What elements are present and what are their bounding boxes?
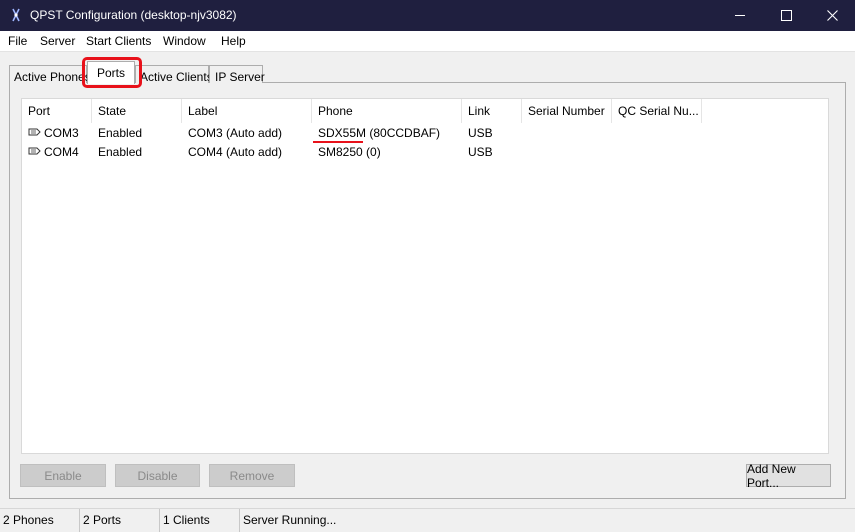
status-ports: 2 Ports bbox=[80, 509, 160, 532]
tab-ip-server[interactable]: IP Server bbox=[209, 65, 265, 84]
cell-phone: SDX55M (80CCDBAF) bbox=[318, 126, 441, 140]
highlight-annotation bbox=[82, 57, 142, 88]
remove-button[interactable]: Remove bbox=[209, 464, 295, 487]
tab-active-phones[interactable]: Active Phones bbox=[9, 65, 91, 84]
menu-bar: File Server Start Clients Window Help bbox=[0, 31, 855, 52]
column-header-serial-number[interactable]: Serial Number bbox=[522, 99, 612, 123]
menu-start-clients[interactable]: Start Clients bbox=[86, 34, 151, 48]
status-server: Server Running... bbox=[243, 513, 337, 527]
column-header-state[interactable]: State bbox=[92, 99, 182, 123]
cell-phone: SM8250 (0) bbox=[318, 145, 381, 159]
window-title: QPST Configuration (desktop-njv3082) bbox=[30, 8, 237, 22]
column-header-port[interactable]: Port bbox=[22, 99, 92, 123]
column-header-label[interactable]: Label bbox=[182, 99, 312, 123]
disable-button[interactable]: Disable bbox=[115, 464, 200, 487]
menu-window[interactable]: Window bbox=[163, 34, 206, 48]
title-bar[interactable]: QPST Configuration (desktop-njv3082) bbox=[0, 0, 855, 31]
column-header-phone[interactable]: Phone bbox=[312, 99, 462, 123]
status-phones: 2 Phones bbox=[0, 509, 80, 532]
serial-port-icon bbox=[28, 147, 41, 155]
status-bar: 2 Phones 2 Ports 1 Clients Server Runnin… bbox=[0, 508, 855, 532]
cell-state: Enabled bbox=[98, 145, 143, 159]
maximize-button[interactable] bbox=[763, 0, 809, 31]
cell-link: USB bbox=[468, 126, 493, 140]
cell-port: COM3 bbox=[44, 126, 79, 140]
close-button[interactable] bbox=[809, 0, 855, 31]
close-icon bbox=[826, 10, 838, 21]
menu-file[interactable]: File bbox=[8, 34, 27, 48]
serial-port-icon bbox=[28, 128, 41, 136]
menu-server[interactable]: Server bbox=[40, 34, 75, 48]
qpst-app-icon bbox=[12, 8, 20, 22]
enable-button[interactable]: Enable bbox=[20, 464, 106, 487]
cell-link: USB bbox=[468, 145, 493, 159]
cell-label: COM3 (Auto add) bbox=[188, 126, 283, 140]
cell-state: Enabled bbox=[98, 126, 143, 140]
add-new-port-button[interactable]: Add New Port... bbox=[746, 462, 831, 490]
minimize-icon bbox=[734, 15, 745, 16]
cell-port: COM4 bbox=[44, 145, 79, 159]
cell-label: COM4 (Auto add) bbox=[188, 145, 283, 159]
status-clients: 1 Clients bbox=[160, 509, 240, 532]
column-header-link[interactable]: Link bbox=[462, 99, 522, 123]
ports-list[interactable]: Port State Label Phone Link Serial Numbe… bbox=[21, 98, 829, 454]
underline-annotation bbox=[313, 141, 363, 143]
column-header-qc-serial-number[interactable]: QC Serial Nu... bbox=[612, 99, 702, 123]
minimize-button[interactable] bbox=[717, 0, 763, 31]
maximize-icon bbox=[780, 10, 792, 21]
menu-help[interactable]: Help bbox=[221, 34, 246, 48]
tab-active-clients[interactable]: Active Clients bbox=[135, 65, 213, 84]
